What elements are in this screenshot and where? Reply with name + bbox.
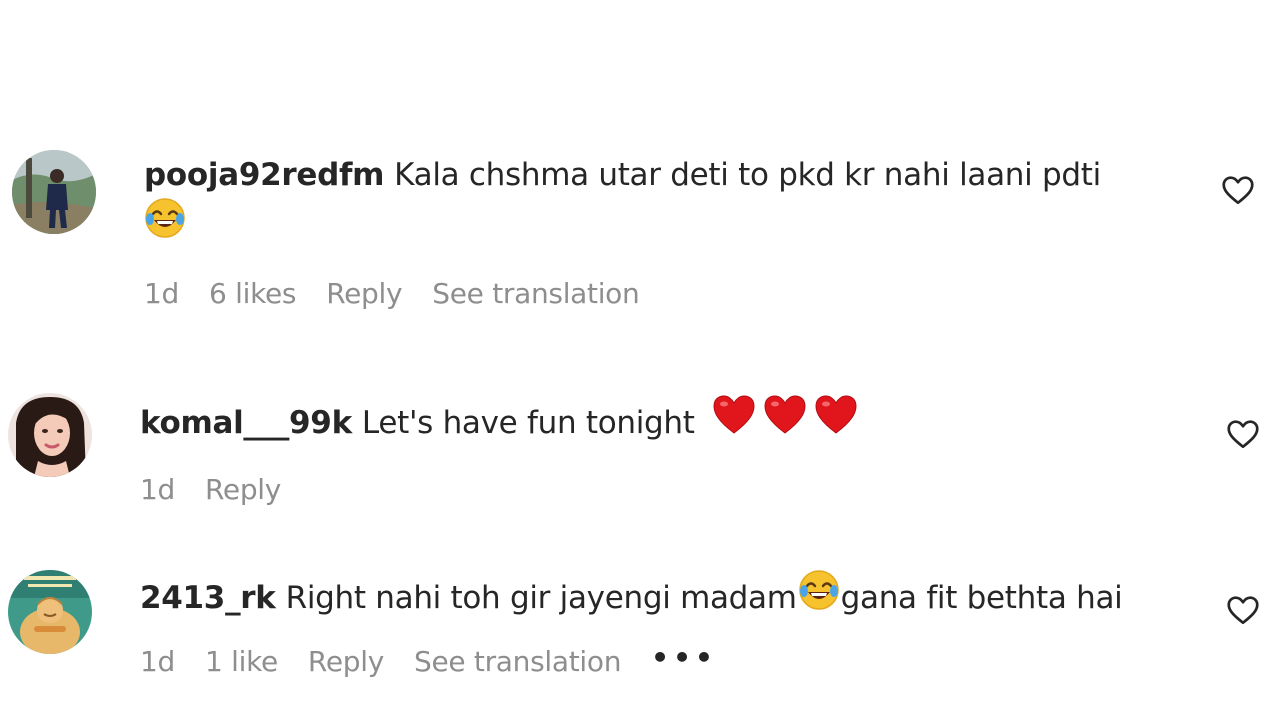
avatar[interactable] — [8, 393, 92, 477]
see-translation-button[interactable]: See translation — [432, 277, 639, 310]
comment-message-continued: gana fit bethta hai — [840, 580, 1123, 616]
avatar[interactable] — [12, 150, 96, 234]
comment-time: 1d — [144, 277, 179, 310]
heart-outline-icon[interactable] — [1220, 172, 1256, 208]
joy-emoji — [144, 197, 186, 252]
more-options-icon[interactable]: ••• — [651, 641, 717, 674]
heart-outline-icon[interactable] — [1225, 592, 1261, 628]
comments-page: pooja92redfm Kala chshma utar deti to pkd… — [0, 0, 1280, 722]
comment-username[interactable]: komal___99k — [140, 405, 352, 441]
comment-text: komal___99k Let's have fun tonight — [140, 393, 860, 453]
comment-message: Let's have fun tonight — [361, 405, 695, 441]
comment-meta: 1d 6 likes Reply See translation — [144, 277, 1101, 310]
comment-meta: 1d 1 like Reply See translation ••• — [140, 641, 1122, 678]
comment-message: Kala chshma utar deti to pkd kr nahi laa… — [394, 157, 1101, 193]
see-translation-button[interactable]: See translation — [414, 645, 621, 678]
joy-emoji — [797, 569, 841, 624]
reply-button[interactable]: Reply — [308, 645, 384, 678]
reply-button[interactable]: Reply — [205, 473, 281, 506]
comment-meta: 1d Reply — [140, 473, 860, 506]
avatar[interactable] — [8, 570, 92, 654]
comment-text: pooja92redfm Kala chshma utar deti to pkd… — [144, 152, 1101, 198]
reply-button[interactable]: Reply — [326, 277, 402, 310]
comment-time: 1d — [140, 473, 175, 506]
red-heart-emoji — [712, 393, 860, 450]
heart-outline-icon[interactable] — [1225, 416, 1261, 452]
comment-username[interactable]: 2413_rk — [140, 580, 276, 616]
comment-text: 2413_rk Right nahi toh gir jayengi madam … — [140, 569, 1123, 627]
comment-username[interactable]: pooja92redfm — [144, 157, 384, 193]
comment-likes[interactable]: 6 likes — [209, 277, 297, 310]
comment-likes[interactable]: 1 like — [205, 645, 278, 678]
comment-time: 1d — [140, 645, 175, 678]
comment-message: Right nahi toh gir jayengi madam — [285, 580, 797, 616]
